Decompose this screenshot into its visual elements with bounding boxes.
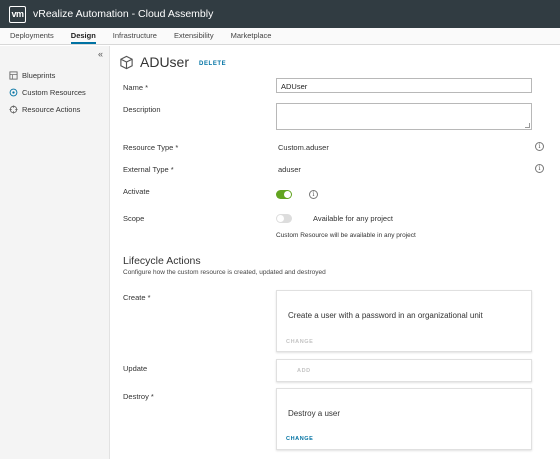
name-input[interactable]: ADUser xyxy=(276,78,532,93)
create-action-description: Create a user with a password in an orga… xyxy=(288,311,483,320)
destroy-action-card: Destroy a user CHANGE xyxy=(276,388,532,450)
name-label: Name * xyxy=(123,83,149,92)
delete-button[interactable]: DELETE xyxy=(199,61,226,67)
create-change-button[interactable]: CHANGE xyxy=(286,339,313,345)
resource-type-info-icon[interactable]: i xyxy=(535,142,544,151)
description-textarea[interactable] xyxy=(276,103,532,130)
blueprint-icon xyxy=(9,71,18,80)
create-action-card: Create a user with a password in an orga… xyxy=(276,290,532,352)
destroy-change-button[interactable]: CHANGE xyxy=(286,436,313,442)
tab-design[interactable]: Design xyxy=(70,31,96,44)
lifecycle-subtitle: Configure how the custom resource is cre… xyxy=(123,269,326,276)
tab-deployments[interactable]: Deployments xyxy=(10,31,54,44)
scope-helper-text: Custom Resource will be available in any… xyxy=(276,232,416,239)
tab-infrastructure[interactable]: Infrastructure xyxy=(113,31,157,44)
vmware-logo: vm xyxy=(9,5,26,23)
sidebar-item-resource-actions[interactable]: Resource Actions xyxy=(9,105,80,114)
sidebar-item-label: Resource Actions xyxy=(22,105,81,114)
destroy-label: Destroy * xyxy=(123,392,154,401)
main-content: ADUser DELETE Name * ADUser Description … xyxy=(111,46,560,459)
update-add-button[interactable]: ADD xyxy=(297,368,311,374)
page-heading: ADUser DELETE xyxy=(119,54,226,70)
update-action-card: ADD xyxy=(276,359,532,382)
create-label: Create * xyxy=(123,293,151,302)
activate-info-icon[interactable]: i xyxy=(309,190,318,199)
sidebar-item-label: Blueprints xyxy=(22,71,56,80)
external-type-value: aduser xyxy=(278,165,301,174)
destroy-action-description: Destroy a user xyxy=(288,409,341,418)
tab-extensibility[interactable]: Extensibility xyxy=(174,31,214,44)
scope-label: Scope xyxy=(123,214,145,223)
app-header: vm vRealize Automation - Cloud Assembly xyxy=(0,0,560,28)
lifecycle-title: Lifecycle Actions xyxy=(123,255,201,267)
resize-handle-icon[interactable] xyxy=(525,123,530,128)
sidebar-item-custom-resources[interactable]: Custom Resources xyxy=(9,88,86,97)
custom-resources-icon xyxy=(9,88,18,97)
page-title: ADUser xyxy=(140,54,190,70)
external-type-label: External Type * xyxy=(123,165,174,174)
toggle-knob xyxy=(277,215,284,222)
scope-toggle[interactable] xyxy=(276,214,292,223)
resource-type-value: Custom.aduser xyxy=(278,143,329,152)
tab-marketplace[interactable]: Marketplace xyxy=(231,31,272,44)
collapse-sidebar-icon[interactable]: « xyxy=(98,49,103,59)
app-title: vRealize Automation - Cloud Assembly xyxy=(33,8,214,20)
sidebar: « Blueprints Custom Resources Resource A… xyxy=(0,46,110,459)
sidebar-item-blueprints[interactable]: Blueprints xyxy=(9,71,55,80)
sidebar-item-label: Custom Resources xyxy=(22,88,86,97)
activate-toggle[interactable] xyxy=(276,190,292,199)
scope-toggle-label: Available for any project xyxy=(313,214,393,223)
external-type-info-icon[interactable]: i xyxy=(535,164,544,173)
main-nav: Deployments Design Infrastructure Extens… xyxy=(0,28,560,45)
activate-label: Activate xyxy=(123,187,150,196)
update-label: Update xyxy=(123,364,148,373)
description-label: Description xyxy=(123,105,161,114)
toggle-knob xyxy=(284,191,291,198)
resource-type-label: Resource Type * xyxy=(123,143,179,152)
resource-actions-icon xyxy=(9,105,18,114)
cube-icon xyxy=(120,55,133,69)
